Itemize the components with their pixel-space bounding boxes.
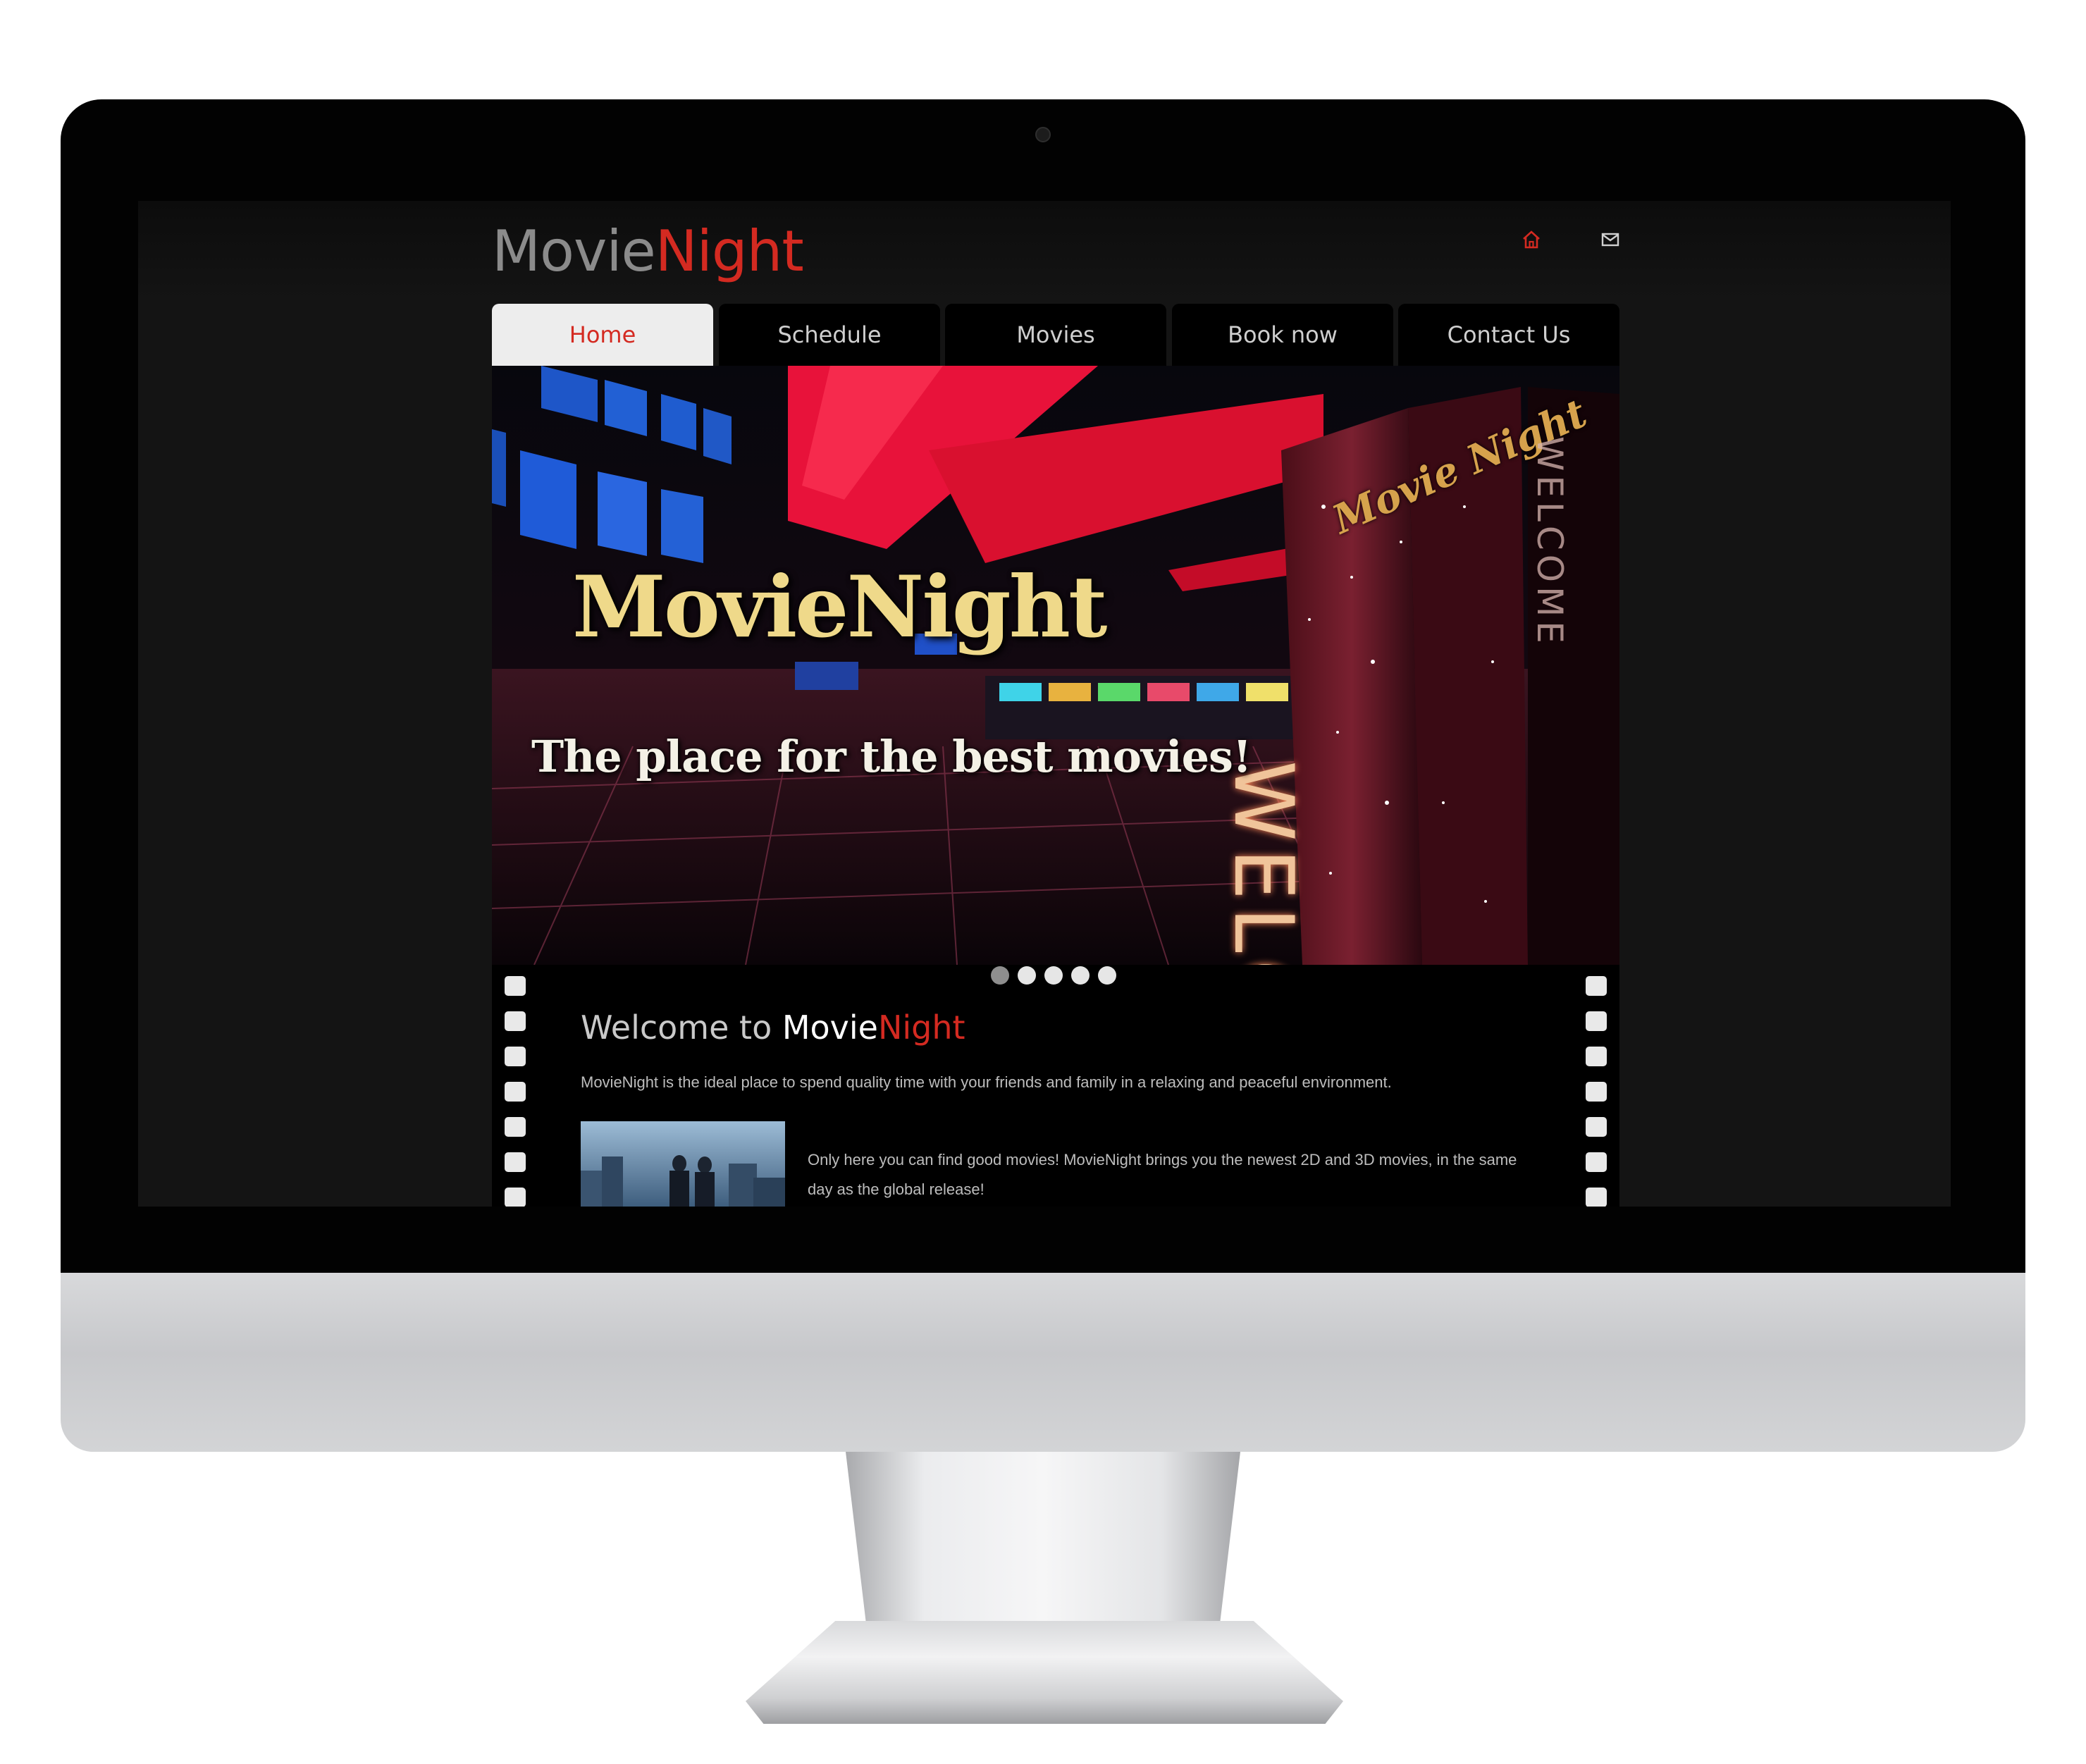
slider-dot[interactable] <box>1071 966 1090 985</box>
intro-text: MovieNight is the ideal place to spend q… <box>581 1073 1392 1091</box>
film-strip-right <box>1586 976 1607 1207</box>
welcome-section: Welcome to MovieNight MovieNight is the … <box>492 965 1619 1207</box>
tab-schedule-label: Schedule <box>777 321 882 348</box>
slider-dot[interactable] <box>1098 966 1116 985</box>
monitor-chin <box>61 1273 2025 1452</box>
welcome-sign-side-text: WELCOME <box>1529 436 1570 648</box>
logo-night-text: Night <box>655 218 804 284</box>
slider-dot[interactable] <box>1018 966 1036 985</box>
slider-dot[interactable] <box>1044 966 1063 985</box>
tab-schedule[interactable]: Schedule <box>719 304 940 366</box>
movies-text: Only here you can find good movies! Movi… <box>808 1151 1517 1198</box>
slider-dot[interactable] <box>991 966 1009 985</box>
home-icon[interactable] <box>1521 229 1542 250</box>
tab-contact-us-label: Contact Us <box>1447 321 1571 348</box>
main-nav: Home Schedule Movies Book now Contact Us <box>492 304 1619 366</box>
movie-thumbnail[interactable] <box>581 1121 785 1207</box>
tab-movies[interactable]: Movies <box>945 304 1166 366</box>
webcam <box>1035 127 1051 142</box>
tab-movies-label: Movies <box>1016 321 1095 348</box>
welcome-heading: Welcome to MovieNight <box>581 1009 965 1047</box>
tab-home-label: Home <box>569 321 636 348</box>
hero-tagline: The place for the best movies! <box>531 731 1252 782</box>
welcome-heading-movie: Movie <box>782 1009 878 1047</box>
film-strip-left <box>505 976 526 1207</box>
tab-contact-us[interactable]: Contact Us <box>1398 304 1619 366</box>
website-screen: MovieNight Home Schedule Movies Book now… <box>138 201 1951 1207</box>
welcome-heading-night: Night <box>877 1009 965 1047</box>
monitor-stand-base <box>746 1621 1343 1724</box>
mail-icon[interactable] <box>1600 229 1621 250</box>
tab-book-now[interactable]: Book now <box>1172 304 1393 366</box>
welcome-sign-text: WELCOME <box>1216 760 1311 965</box>
hero-banner: Movie Night WELCOME WELCOME MovieNight T… <box>492 366 1619 965</box>
welcome-heading-prefix: Welcome to <box>581 1009 782 1047</box>
hero-title: MovieNight <box>572 557 1107 657</box>
logo-movie-text: Movie <box>492 218 656 284</box>
site-logo[interactable]: MovieNight <box>492 216 804 287</box>
tab-book-now-label: Book now <box>1228 321 1338 348</box>
slider-dots <box>991 966 1116 985</box>
tab-home[interactable]: Home <box>492 304 713 366</box>
